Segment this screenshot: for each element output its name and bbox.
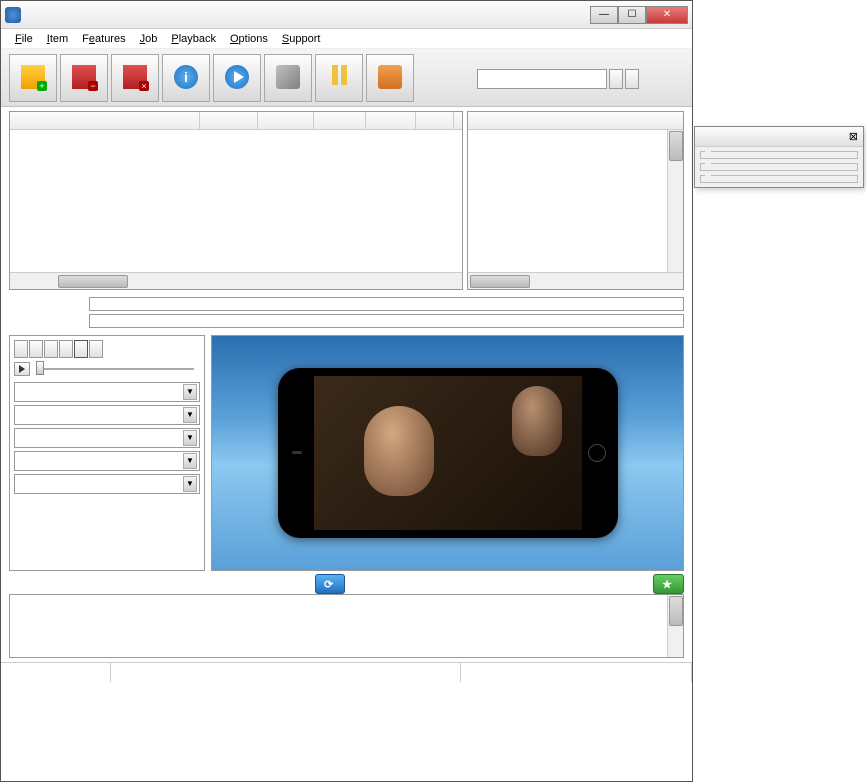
open-folder-button[interactable] (625, 69, 639, 89)
properties-vscroll[interactable] (667, 130, 683, 272)
chevron-down-icon: ▼ (183, 476, 197, 492)
stats-close-icon[interactable]: ⊠ (849, 130, 858, 143)
status-hardware (111, 663, 461, 682)
col-size[interactable] (200, 112, 258, 129)
tab-subtitle[interactable] (44, 340, 58, 358)
menu-options[interactable]: Options (224, 31, 274, 47)
col-speed[interactable] (366, 112, 416, 129)
iphone-frame (278, 368, 618, 538)
col-type[interactable] (416, 112, 454, 129)
home-button-icon (588, 444, 606, 462)
properties-header (468, 112, 683, 130)
app-icon (5, 7, 21, 23)
pause-button[interactable] (315, 54, 363, 102)
star-icon: ★ (662, 578, 672, 591)
status-state (1, 663, 111, 682)
audio-bitrate-combo[interactable]: ▼ (14, 451, 200, 471)
delete-button[interactable] (60, 54, 108, 102)
browse-button[interactable] (609, 69, 623, 89)
add-button[interactable] (9, 54, 57, 102)
play-icon (225, 65, 249, 89)
menu-support[interactable]: Support (276, 31, 327, 47)
status-bar (1, 662, 692, 682)
video-preview (211, 335, 684, 571)
settings-button[interactable] (264, 54, 312, 102)
file-table (9, 111, 463, 290)
empty-icon (123, 65, 147, 89)
menu-file[interactable]: File (9, 31, 39, 47)
current-task-progress (89, 297, 684, 311)
col-name[interactable] (10, 112, 200, 129)
tab-effects[interactable] (14, 340, 28, 358)
chevron-down-icon: ▼ (183, 384, 197, 400)
add-icon (21, 65, 45, 89)
task-stats-group (700, 163, 858, 171)
pause-icon (327, 65, 351, 89)
properties-panel (467, 111, 684, 290)
chevron-down-icon: ▼ (183, 407, 197, 423)
stop-icon (378, 65, 402, 89)
tab-crop[interactable] (29, 340, 43, 358)
tab-audio[interactable] (74, 340, 88, 358)
delete-icon (72, 65, 96, 89)
table-hscroll[interactable] (10, 272, 462, 289)
video-bitrate-combo[interactable]: ▼ (14, 428, 200, 448)
tab-time[interactable] (59, 340, 73, 358)
chevron-down-icon: ▼ (183, 453, 197, 469)
output-folder-input[interactable] (477, 69, 607, 89)
col-state[interactable] (314, 112, 366, 129)
news-content (9, 594, 684, 658)
title-bar: — ☐ ✕ (1, 1, 692, 29)
col-duration[interactable] (258, 112, 314, 129)
info-button[interactable]: i (162, 54, 210, 102)
statistics-window: ⊠ (694, 126, 864, 188)
maximize-button[interactable]: ☐ (618, 6, 646, 24)
statistics-title (700, 130, 849, 143)
total-tasks-progress (89, 314, 684, 328)
refresh-icon: ⟳ (324, 578, 333, 591)
queue-stats-group (700, 151, 858, 159)
menu-features[interactable]: Features (76, 31, 131, 47)
close-button[interactable]: ✕ (646, 6, 688, 24)
performance-group (700, 175, 858, 183)
settings-pane: ▼ ▼ ▼ ▼ ▼ (9, 335, 205, 571)
stop-button[interactable] (366, 54, 414, 102)
toolbar: i (1, 49, 692, 107)
wrench-icon (276, 65, 300, 89)
properties-hscroll[interactable] (468, 272, 683, 289)
empty-button[interactable] (111, 54, 159, 102)
chevron-down-icon: ▼ (183, 430, 197, 446)
play-button[interactable] (213, 54, 261, 102)
format-combo[interactable]: ▼ (14, 382, 200, 402)
menu-job[interactable]: Job (134, 31, 164, 47)
info-icon: i (174, 65, 198, 89)
menu-item[interactable]: Item (41, 31, 74, 47)
menu-bar: File Item Features Job Playback Options … (1, 29, 692, 49)
encoding-combo[interactable]: ▼ (14, 474, 200, 494)
preview-play-icon[interactable] (14, 362, 30, 376)
tab-options[interactable] (89, 340, 103, 358)
refresh-button[interactable]: ⟳ (315, 574, 345, 594)
menu-playback[interactable]: Playback (165, 31, 222, 47)
minimize-button[interactable]: — (590, 6, 618, 24)
news-vscroll[interactable] (667, 595, 683, 657)
seek-slider[interactable] (36, 368, 194, 370)
donate-button[interactable]: ★ (653, 574, 684, 594)
fps-combo[interactable]: ▼ (14, 405, 200, 425)
status-source (461, 663, 692, 682)
